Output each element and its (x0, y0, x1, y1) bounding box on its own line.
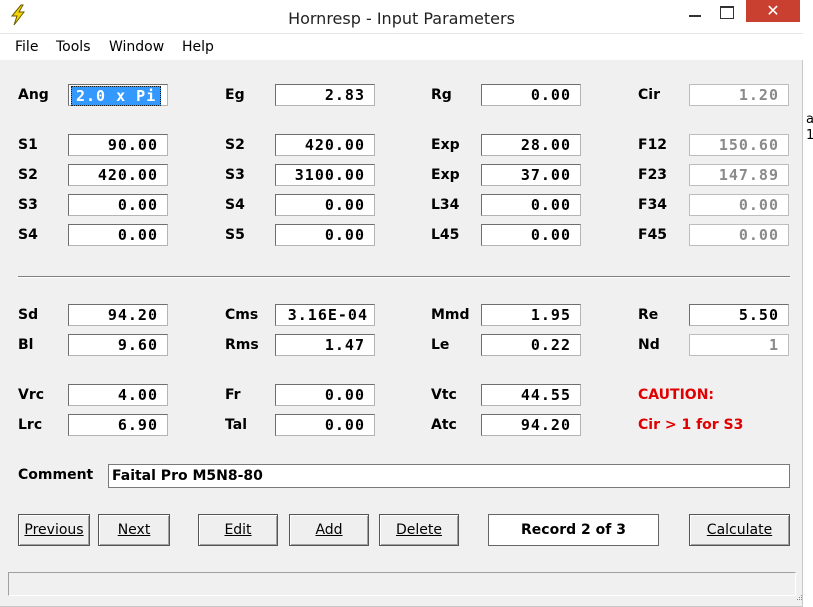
label-bl: Bl (18, 337, 34, 353)
label-s1: S1 (18, 137, 38, 153)
l34-field[interactable]: 0.00 (481, 194, 581, 216)
label-nd: Nd (638, 337, 660, 353)
f45-field: 0.00 (689, 224, 789, 246)
s5-field[interactable]: 0.00 (275, 224, 375, 246)
background-text: 1 (806, 128, 813, 143)
label-vtc: Vtc (431, 387, 457, 403)
fr-field[interactable]: 0.00 (275, 384, 375, 406)
sd-field[interactable]: 94.20 (68, 304, 168, 326)
resize-grip-icon[interactable] (796, 594, 803, 601)
le-field[interactable]: 0.22 (481, 334, 581, 356)
atc-field[interactable]: 94.20 (481, 414, 581, 436)
bl-field[interactable]: 9.60 (68, 334, 168, 356)
menu-bar: File Tools Window Help (0, 34, 803, 60)
label-mmd: Mmd (431, 307, 470, 323)
label-exp2: Exp (431, 167, 460, 183)
status-bar (8, 572, 796, 596)
label-cms: Cms (225, 307, 259, 323)
label-l34: L34 (431, 197, 460, 213)
menu-tools[interactable]: Tools (56, 39, 91, 55)
menu-help[interactable]: Help (182, 39, 214, 55)
label-s5: S5 (225, 227, 245, 243)
lrc-field[interactable]: 6.90 (68, 414, 168, 436)
label-f45: F45 (638, 227, 668, 243)
s3-field[interactable]: 3100.00 (275, 164, 375, 186)
f23-field: 147.89 (689, 164, 789, 186)
nd-field: 1 (689, 334, 789, 356)
label-s2: S2 (225, 137, 245, 153)
eg-field[interactable]: 2.83 (275, 84, 375, 106)
label-l45: L45 (431, 227, 460, 243)
section-divider (18, 276, 790, 278)
label-re: Re (638, 307, 659, 323)
label-f23: F23 (638, 167, 668, 183)
background-text: a (806, 112, 813, 127)
minimize-button[interactable] (680, 0, 710, 24)
menu-file[interactable]: File (15, 39, 38, 55)
l45-field[interactable]: 0.00 (481, 224, 581, 246)
s2-row2-field[interactable]: 420.00 (68, 164, 168, 186)
rms-field[interactable]: 1.47 (275, 334, 375, 356)
label-lrc: Lrc (18, 417, 43, 433)
rg-field[interactable]: 0.00 (481, 84, 581, 106)
s1-field[interactable]: 90.00 (68, 134, 168, 156)
s3-row3-field[interactable]: 0.00 (68, 194, 168, 216)
label-rms: Rms (225, 337, 259, 353)
label-exp1: Exp (431, 137, 460, 153)
mmd-field[interactable]: 1.95 (481, 304, 581, 326)
background-window-fragment: a 1 (806, 112, 813, 144)
label-fr: Fr (225, 387, 241, 403)
label-ang: Ang (18, 87, 49, 103)
label-s3: S3 (225, 167, 245, 183)
label-s4: S4 (225, 197, 245, 213)
edit-button[interactable]: Edit (198, 514, 278, 546)
caution-message: Cir > 1 for S3 (638, 417, 744, 433)
s2-field[interactable]: 420.00 (275, 134, 375, 156)
ang-field[interactable]: 2.0 x Pi (68, 84, 168, 106)
label-rg: Rg (431, 87, 452, 103)
menu-window[interactable]: Window (109, 39, 164, 55)
exp1-field[interactable]: 28.00 (481, 134, 581, 156)
comment-field[interactable]: Faital Pro M5N8-80 (108, 464, 790, 488)
cir-field: 1.20 (689, 84, 789, 106)
caution-title: CAUTION: (638, 387, 715, 403)
label-atc: Atc (431, 417, 457, 433)
label-s4-row4: S4 (18, 227, 38, 243)
vrc-field[interactable]: 4.00 (68, 384, 168, 406)
s4-row4-field[interactable]: 0.00 (68, 224, 168, 246)
tal-field[interactable]: 0.00 (275, 414, 375, 436)
label-tal: Tal (225, 417, 247, 433)
f34-field: 0.00 (689, 194, 789, 216)
label-le: Le (431, 337, 450, 353)
record-indicator: Record 2 of 3 (488, 514, 659, 546)
f12-field: 150.60 (689, 134, 789, 156)
s4-field[interactable]: 0.00 (275, 194, 375, 216)
label-sd: Sd (18, 307, 39, 323)
label-eg: Eg (225, 87, 245, 103)
vtc-field[interactable]: 44.55 (481, 384, 581, 406)
close-button[interactable]: ✕ (746, 0, 800, 22)
re-field[interactable]: 5.50 (689, 304, 789, 326)
delete-button[interactable]: Delete (379, 514, 459, 546)
label-f12: F12 (638, 137, 668, 153)
ang-value: 2.0 x Pi (71, 86, 162, 106)
calculate-button[interactable]: Calculate (689, 514, 790, 546)
add-button[interactable]: Add (289, 514, 369, 546)
previous-button[interactable]: Previous (18, 514, 90, 546)
cms-field[interactable]: 3.16E-04 (275, 304, 375, 326)
label-vrc: Vrc (18, 387, 45, 403)
maximize-button[interactable] (712, 0, 742, 24)
label-f34: F34 (638, 197, 668, 213)
label-comment: Comment (18, 467, 94, 483)
exp2-field[interactable]: 37.00 (481, 164, 581, 186)
label-s3-row3: S3 (18, 197, 38, 213)
label-cir: Cir (638, 87, 660, 103)
label-s2-row2: S2 (18, 167, 38, 183)
title-bar[interactable]: Hornresp - Input Parameters ✕ (0, 0, 803, 34)
next-button[interactable]: Next (98, 514, 170, 546)
